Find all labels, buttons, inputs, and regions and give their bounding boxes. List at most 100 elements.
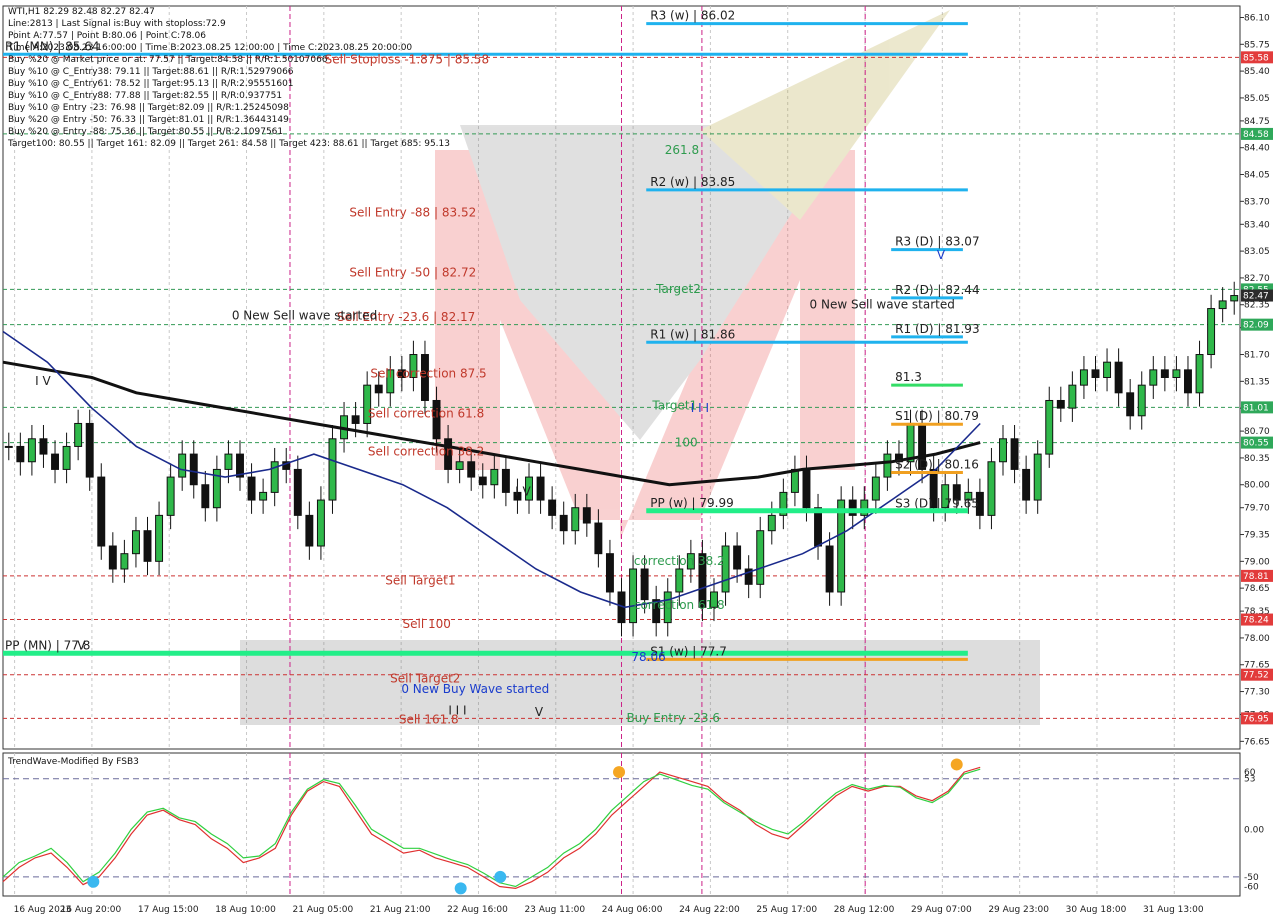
price-tag-label: 85.58	[1243, 53, 1269, 63]
price-tick-label: 83.40	[1244, 220, 1270, 230]
price-tick-label: 79.35	[1244, 531, 1270, 541]
candle-body	[837, 499, 846, 593]
pivot-level-label: R3 (w) | 86.02	[650, 9, 735, 23]
price-tick-label: 83.05	[1244, 247, 1270, 257]
indicator-signal-dot	[613, 766, 626, 779]
candle-body	[155, 514, 164, 562]
candle-body	[131, 530, 140, 555]
price-tick-label: 85.40	[1244, 67, 1270, 77]
price-tag-label: 81.01	[1243, 403, 1269, 413]
x-tick-label: 28 Aug 12:00	[834, 905, 895, 915]
candle-body	[571, 507, 580, 532]
candle-body	[490, 468, 499, 486]
candle-body	[883, 453, 892, 478]
candle-body	[802, 468, 811, 509]
chart-annotation: 0 New Sell wave started	[232, 308, 377, 322]
price-tag-label: 82.47	[1243, 292, 1269, 302]
price-tick-label: 86.10	[1244, 13, 1270, 23]
price-tick-label: 80.00	[1244, 481, 1270, 491]
candle-body	[328, 438, 337, 501]
x-tick-label: 16 Aug 20:00	[61, 905, 122, 915]
candle-body	[756, 530, 765, 585]
candle-body	[594, 522, 603, 555]
pivot-level-label: R2 (D) | 82.44	[895, 283, 979, 297]
chart-annotation: 78.06	[631, 650, 665, 664]
candle-body	[999, 438, 1007, 463]
signal-info-line: Point A:77.57 | Point B:80.06 | Point C:…	[8, 31, 206, 41]
candle-body	[467, 461, 476, 478]
price-tag-label: 77.52	[1243, 671, 1269, 681]
candle-body	[640, 568, 649, 601]
price-tick-label: 80.70	[1244, 427, 1270, 437]
candle-body	[1207, 308, 1216, 356]
pivot-level-label: R3 (D) | 83.07	[895, 235, 979, 249]
candle-body	[247, 476, 256, 501]
candle-body	[1114, 361, 1123, 394]
chart-root: R3 (w) | 86.02 R1 (MN) | 85.64 R2 (w) | 83…	[0, 0, 1280, 920]
x-tick-label: 21 Aug 05:00	[293, 905, 354, 915]
candle-body	[120, 553, 129, 570]
indicator-signal-dot	[87, 875, 100, 888]
candle-body	[1056, 399, 1065, 409]
x-tick-label: 21 Aug 21:00	[370, 905, 431, 915]
candle-body	[97, 476, 106, 547]
candle-body	[62, 445, 71, 470]
candle-body	[27, 438, 36, 463]
price-tick-label: 82.35	[1244, 301, 1270, 311]
signal-info-line: Time A:2023.08.23 16:00:00 | Time B:2023…	[7, 43, 412, 53]
candle-body	[4, 445, 13, 448]
candle-body	[1033, 453, 1042, 501]
candle-body	[293, 468, 302, 516]
candle-body	[178, 453, 187, 478]
candle-body	[478, 476, 487, 486]
candle-body	[108, 545, 117, 570]
candle-body	[201, 484, 210, 509]
pivot-level-label: R1 (D) | 81.93	[895, 322, 979, 336]
candle-body	[559, 514, 568, 532]
pivot-level-label: R1 (w) | 81.86	[650, 327, 735, 341]
chart-annotation: Sell Entry -50 | 82.72	[349, 265, 476, 279]
price-tick-label: 82.70	[1244, 274, 1270, 284]
candle-body	[351, 415, 360, 424]
chart-annotation: Sell Target1	[385, 573, 455, 587]
candle-body	[733, 545, 742, 570]
candle-body	[605, 553, 614, 593]
signal-info-line: Buy %20 @ Market price or at: 77.57 || T…	[8, 55, 328, 65]
candle-body	[16, 445, 25, 463]
price-tick-label: 81.70	[1244, 351, 1270, 361]
chart-annotation: I I I	[691, 401, 709, 415]
candle-body	[166, 476, 175, 516]
candle-body	[143, 530, 152, 562]
chart-annotation: V	[77, 638, 86, 652]
candle-body	[536, 476, 545, 501]
chart-annotation: V	[535, 705, 544, 719]
indicator-signal-dot	[494, 870, 507, 883]
chart-annotation: Buy Entry -23.6	[626, 711, 720, 725]
price-tick-label: 79.70	[1244, 504, 1270, 514]
price-tag-label: 84.58	[1243, 130, 1269, 140]
candle-body	[1218, 300, 1227, 310]
x-tick-label: 22 Aug 16:00	[447, 905, 508, 915]
candle-body	[1172, 369, 1181, 379]
trading-chart: R3 (w) | 86.02R1 (MN) | 85.64R2 (w) | 83…	[0, 0, 1280, 920]
chart-annotation: Sell correction 87.5	[370, 367, 486, 381]
x-tick-label: 24 Aug 22:00	[679, 905, 740, 915]
chart-annotation: Sell 100	[403, 617, 451, 631]
price-tag-label: 78.24	[1243, 616, 1269, 626]
x-tick-label: 30 Aug 18:00	[1066, 905, 1127, 915]
x-tick-label: 24 Aug 06:00	[602, 905, 663, 915]
pivot-level-label: S2 (D) | 80.16	[895, 457, 979, 471]
candle-body	[51, 453, 59, 470]
signal-info-line: Buy %10 @ C_Entry88: 77.88 || Target:82.…	[8, 91, 282, 101]
main-panel: R3 (w) | 86.02R1 (MN) | 85.64R2 (w) | 83…	[2, 5, 1241, 750]
candle-body	[1126, 392, 1135, 417]
price-tag-label: 78.81	[1243, 572, 1269, 582]
chart-annotation: I V	[515, 484, 531, 498]
indicator-tick-label: -50	[1244, 873, 1259, 883]
candle-body	[1068, 384, 1077, 409]
chart-annotation: Sell Entry -88 | 83.52	[349, 206, 476, 220]
candle-body	[1230, 295, 1239, 302]
candle-body	[1137, 384, 1146, 417]
pivot-level-label: S1 (D) | 80.79	[895, 409, 979, 423]
indicator-title: TrendWave-Modified By FSB3	[7, 757, 139, 767]
